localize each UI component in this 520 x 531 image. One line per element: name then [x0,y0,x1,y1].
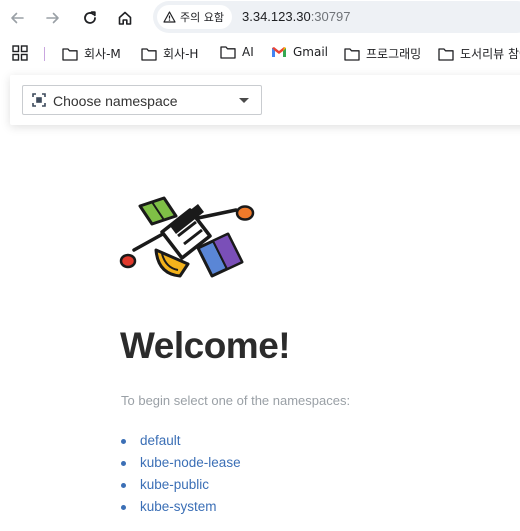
folder-icon [344,47,360,61]
browser-toolbar: 주의 요함 3.34.123.30:30797 [0,0,520,36]
home-button[interactable] [112,5,138,31]
bookmark-label: AI [242,45,254,59]
folder-icon [62,47,78,61]
url-text[interactable]: 3.34.123.30:30797 [242,9,350,24]
page-subtitle: To begin select one of the namespaces: [121,393,351,408]
bookmark-folder-book-review[interactable]: 도서리뷰 참여 [438,45,520,62]
home-icon [118,11,132,25]
list-item: kube-public [121,476,241,498]
warning-icon [163,11,176,23]
namespace-link-kube-node-lease[interactable]: kube-node-lease [140,455,241,470]
back-button[interactable] [4,5,30,31]
address-bar[interactable]: 주의 요함 3.34.123.30:30797 [153,1,520,33]
namespace-link-default[interactable]: default [140,433,181,448]
url-host: 3.34.123.30 [242,9,311,24]
folder-icon [220,46,236,59]
chevron-down-icon [239,98,249,103]
bullet-icon [121,461,126,466]
bookmark-folder-programming[interactable]: 프로그래밍 [344,45,421,62]
bookmark-label: 도서리뷰 참여 [460,47,520,61]
bookmarks-bar: 회사-M 회사-H AI Gmail 프로그래밍 도서리뷰 참여 [0,38,520,68]
bookmark-label: 회사-H [163,47,199,61]
arrow-left-icon [11,12,24,24]
arrow-right-icon [46,12,59,24]
apps-grid-icon [12,45,28,61]
bullet-icon [121,483,126,488]
namespace-list: default kube-node-lease kube-public kube… [121,432,241,520]
security-chip[interactable]: 주의 요함 [157,5,232,29]
folder-icon [141,47,157,61]
namespace-select-placeholder: Choose namespace [53,93,178,109]
bookmarks-divider [44,47,45,61]
reload-button[interactable] [77,5,103,31]
gmail-icon [272,47,286,57]
security-chip-label: 주의 요함 [180,11,224,24]
namespace-icon [32,93,46,107]
namespace-link-kube-public[interactable]: kube-public [140,477,209,492]
bookmark-folder-company-m[interactable]: 회사-M [62,45,121,62]
list-item: default [121,432,241,454]
bookmark-gmail[interactable]: Gmail [271,45,328,59]
bookmark-folder-ai[interactable]: AI [220,45,254,59]
reload-icon [84,11,96,24]
bullet-icon [121,505,126,510]
bookmark-folder-company-h[interactable]: 회사-H [141,45,198,62]
page-title: Welcome! [120,325,291,366]
page-header: Choose namespace [10,75,520,125]
namespace-link-kube-system[interactable]: kube-system [140,499,217,514]
list-item: kube-system [121,498,241,520]
apps-button[interactable] [12,45,28,66]
bookmark-label: 회사-M [84,47,121,61]
bookmark-label: 프로그래밍 [366,47,422,61]
list-item: kube-node-lease [121,454,241,476]
satellite-logo [119,196,255,278]
namespace-select[interactable]: Choose namespace [22,85,262,115]
url-port: :30797 [310,9,351,24]
bookmark-label: Gmail [293,45,329,59]
folder-icon [438,47,454,61]
forward-button[interactable] [40,5,66,31]
bullet-icon [121,439,126,444]
